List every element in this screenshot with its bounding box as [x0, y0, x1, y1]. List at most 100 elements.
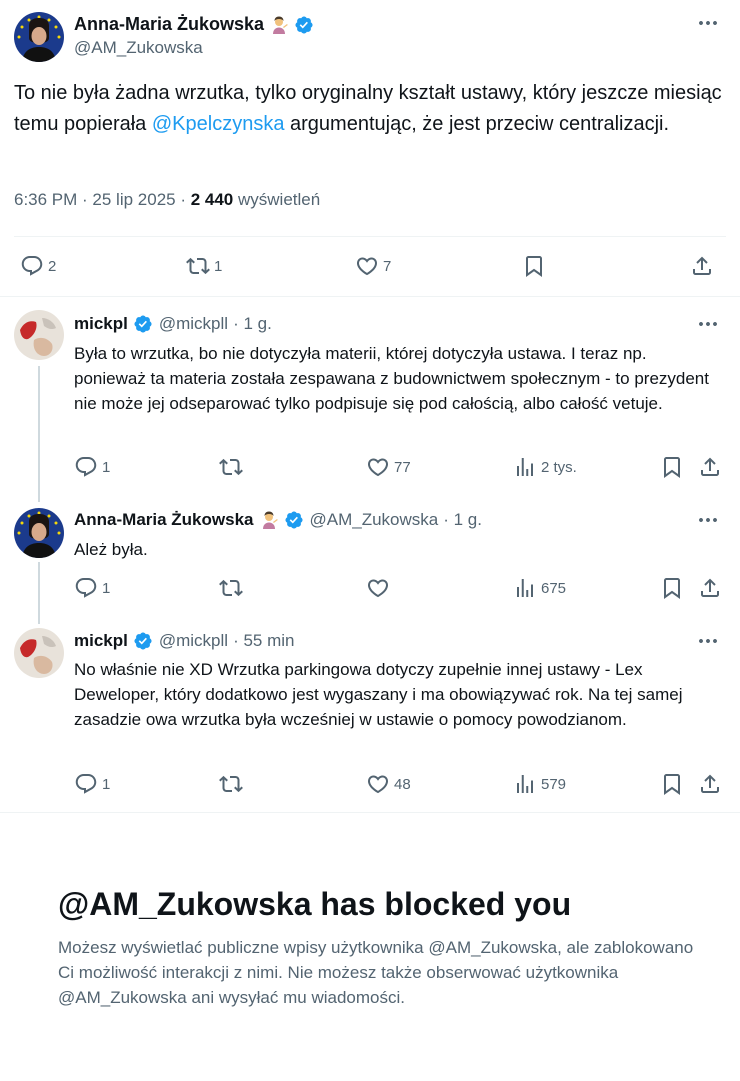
divider: [14, 236, 726, 237]
reply-text: Była to wrzutka, bo nie dotyczyła materi…: [74, 344, 709, 413]
reply-author-row: mickpl @mickpll · 55 min: [74, 631, 295, 651]
avatar[interactable]: [14, 310, 64, 360]
share-button[interactable]: [698, 455, 722, 479]
verified-icon[interactable]: [133, 314, 153, 334]
bookmark-icon: [660, 772, 684, 796]
retweet-icon: [219, 455, 243, 479]
bookmark-button[interactable]: [522, 254, 546, 278]
blocked-title: @AM_Zukowska has blocked you: [58, 886, 572, 922]
divider: [0, 296, 740, 297]
views-count: 579: [541, 775, 567, 793]
more-icon[interactable]: [696, 508, 720, 532]
views-button[interactable]: 579: [513, 772, 566, 796]
retweet-icon: [219, 576, 243, 600]
bookmark-icon: [660, 576, 684, 600]
like-button[interactable]: 7: [355, 254, 391, 278]
reply-button[interactable]: 1: [74, 772, 110, 796]
avatar[interactable]: [14, 508, 64, 558]
reply-author-name[interactable]: Anna-Maria Żukowska: [74, 510, 254, 530]
like-button[interactable]: [366, 576, 390, 600]
author-handle-row: @AM_Zukowska: [74, 38, 203, 58]
retweet-button[interactable]: [219, 576, 243, 600]
like-icon: [366, 772, 390, 796]
reply-count: 1: [102, 458, 111, 476]
thread-line: [38, 366, 40, 502]
like-button[interactable]: 48: [366, 772, 411, 796]
author-row: Anna-Maria Żukowska: [74, 14, 314, 35]
more-icon[interactable]: [696, 629, 720, 653]
views-icon: [513, 772, 537, 796]
tweet-timestamp: 6:36 PM · 25 lip 2025 · 2 440 wyświetleń: [14, 190, 320, 210]
views-icon: [513, 576, 537, 600]
reply-count: 1: [102, 775, 111, 793]
like-icon: [355, 254, 379, 278]
like-count: 77: [394, 458, 411, 476]
reply-count: 1: [102, 579, 111, 597]
reply-author-handle[interactable]: @AM_Zukowska: [310, 510, 439, 530]
author-handle[interactable]: @AM_Zukowska: [74, 38, 203, 58]
blocked-message: Możesz wyświetlać publiczne wpisy użytko…: [58, 938, 694, 1007]
reply-time[interactable]: · 55 min: [233, 631, 294, 651]
avatar[interactable]: [14, 628, 64, 678]
views-count: 2 440: [190, 190, 234, 209]
reply-author-name[interactable]: mickpl: [74, 314, 128, 334]
reply-author-handle[interactable]: @mickpll: [159, 314, 228, 334]
reply-author-row: Anna-Maria Żukowska @AM_Zukowska · 1 g.: [74, 510, 482, 530]
reply-author-name[interactable]: mickpl: [74, 631, 128, 651]
views-icon: [513, 455, 537, 479]
views-button[interactable]: 675: [513, 576, 566, 600]
retweet-button[interactable]: 1: [186, 254, 222, 278]
like-button[interactable]: 77: [366, 455, 411, 479]
bookmark-icon: [660, 455, 684, 479]
emoji-icon: [269, 15, 289, 35]
tweet-text: To nie była żadna wrzutka, tylko orygina…: [14, 78, 724, 140]
share-button[interactable]: [690, 254, 714, 278]
like-icon: [366, 576, 390, 600]
reply-button[interactable]: 1: [74, 455, 110, 479]
reply-icon: [74, 455, 98, 479]
retweet-icon: [186, 254, 210, 278]
avatar[interactable]: [14, 12, 64, 62]
reply-text: Ależ była.: [74, 540, 148, 559]
share-icon: [690, 254, 714, 278]
more-icon[interactable]: [696, 11, 720, 35]
verified-icon[interactable]: [133, 631, 153, 651]
thread-line: [38, 562, 40, 624]
reply-button[interactable]: 2: [20, 254, 56, 278]
tweet-time[interactable]: 6:36 PM · 25 lip 2025 ·: [14, 190, 191, 209]
views-button[interactable]: 2 tys.: [513, 455, 577, 479]
bookmark-button[interactable]: [660, 772, 684, 796]
share-icon: [698, 455, 722, 479]
mention-link[interactable]: @Kpelczynska: [152, 113, 285, 135]
reply-icon: [74, 576, 98, 600]
share-button[interactable]: [698, 576, 722, 600]
retweet-icon: [219, 772, 243, 796]
bookmark-button[interactable]: [660, 455, 684, 479]
tweet-text-part: argumentując, że jest przeciw centraliza…: [284, 113, 670, 135]
divider: [0, 812, 740, 813]
reply-time[interactable]: · 1 g.: [233, 314, 272, 334]
views-count: 675: [541, 579, 567, 597]
reply-author-row: mickpl @mickpll · 1 g.: [74, 314, 272, 334]
retweet-button[interactable]: [219, 772, 243, 796]
reply-author-handle[interactable]: @mickpll: [159, 631, 228, 651]
views-count: 2 tys.: [541, 458, 577, 476]
reply-button[interactable]: 1: [74, 576, 110, 600]
like-count: 7: [383, 257, 392, 275]
verified-icon[interactable]: [294, 15, 314, 35]
verified-icon[interactable]: [284, 510, 304, 530]
share-icon: [698, 772, 722, 796]
more-icon[interactable]: [696, 312, 720, 336]
retweet-button[interactable]: [219, 455, 243, 479]
reply-count: 2: [48, 257, 57, 275]
bookmark-button[interactable]: [660, 576, 684, 600]
reply-icon: [20, 254, 44, 278]
reply-icon: [74, 772, 98, 796]
share-button[interactable]: [698, 772, 722, 796]
author-name[interactable]: Anna-Maria Żukowska: [74, 14, 264, 35]
bookmark-icon: [522, 254, 546, 278]
emoji-icon: [259, 510, 279, 530]
share-icon: [698, 576, 722, 600]
reply-time[interactable]: · 1 g.: [443, 510, 482, 530]
retweet-count: 1: [214, 257, 223, 275]
